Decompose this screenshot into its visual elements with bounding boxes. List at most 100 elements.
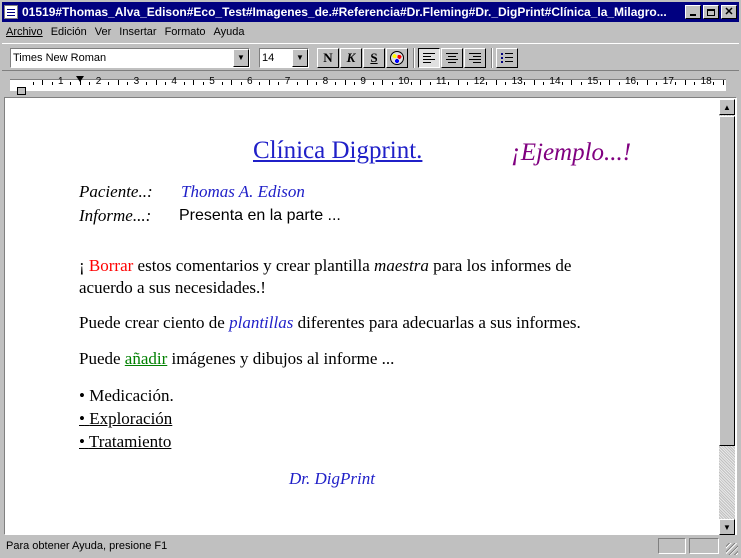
- ruler-tick: [609, 80, 611, 85]
- ruler-tick: [108, 82, 110, 85]
- left-indent-marker-icon[interactable]: [17, 87, 26, 95]
- para1-end: para los informes de: [428, 256, 572, 275]
- para3-end: imágenes y dibujos al informe ...: [167, 349, 395, 368]
- ruler-tick: [542, 82, 544, 85]
- ruler-tick: [297, 82, 299, 85]
- maximize-icon: [707, 8, 715, 16]
- paragraph-1-line-2: acuerdo a sus necesidades.!: [79, 278, 266, 297]
- align-center-button[interactable]: [441, 48, 463, 68]
- bullet-icon: •: [79, 386, 85, 405]
- ruler-tick: [637, 82, 639, 85]
- font-name-dropdown-button[interactable]: ▼: [233, 49, 249, 67]
- paragraph-3: Puede añadir imágenes y dibujos al infor…: [79, 348, 394, 369]
- ruler-tick: [448, 82, 450, 85]
- font-size-value: 14: [262, 52, 275, 64]
- menu-ayuda[interactable]: Ayuda: [210, 26, 249, 38]
- font-name-select[interactable]: Times New Roman ▼: [10, 48, 250, 68]
- para2-start: Puede crear ciento de: [79, 313, 230, 332]
- menu-formato[interactable]: Formato: [161, 26, 210, 38]
- para1-mid: estos comentarios y crear plantilla: [133, 256, 375, 275]
- menu-insertar[interactable]: Insertar: [115, 26, 160, 38]
- font-size-select[interactable]: 14 ▼: [259, 48, 309, 68]
- status-bar: Para obtener Ayuda, presione F1: [2, 537, 739, 556]
- palette-icon: [390, 51, 404, 65]
- report-label: Informe...:: [79, 206, 152, 225]
- ruler-tick: [117, 80, 119, 85]
- tab-marker-icon[interactable]: [76, 76, 84, 82]
- font-name-value: Times New Roman: [13, 52, 107, 64]
- italic-button[interactable]: K: [340, 48, 362, 68]
- ruler-tick: [193, 80, 195, 85]
- bullet-item-medication: • Medicación.: [79, 385, 174, 406]
- resize-grip-icon[interactable]: [726, 543, 738, 555]
- align-left-icon: [423, 52, 435, 64]
- bullet-icon: •: [79, 409, 85, 428]
- ruler-tick: [694, 82, 696, 85]
- ruler-tick: [316, 82, 318, 85]
- status-help-text: Para obtener Ayuda, presione F1: [6, 540, 168, 552]
- ruler-number: 11: [436, 76, 447, 87]
- templates-keyword: plantillas: [229, 313, 294, 332]
- ruler-tick: [561, 82, 563, 85]
- document-area[interactable]: Clínica Digprint. ¡Ejemplo...! Paciente.…: [4, 97, 737, 535]
- bullet-list-icon: [501, 52, 513, 64]
- color-button[interactable]: [386, 48, 408, 68]
- underline-button[interactable]: S: [363, 48, 385, 68]
- ruler-number: 1: [58, 76, 64, 87]
- bullets-button[interactable]: [496, 48, 518, 68]
- menu-ayuda-label: Ayuda: [213, 26, 245, 38]
- ruler-tick: [164, 82, 166, 85]
- scroll-up-button[interactable]: ▲: [719, 99, 735, 115]
- ruler[interactable]: 1 2 3 4 5 6 7 8 9 10 11 12 13 14 15 16 17 18: [2, 73, 739, 97]
- chevron-down-icon: ▼: [296, 53, 304, 62]
- minimize-button[interactable]: [685, 5, 701, 19]
- ruler-number: 17: [662, 76, 674, 87]
- toolbar-separator: [491, 48, 493, 68]
- ruler-number: 9: [360, 76, 366, 87]
- scroll-thumb[interactable]: [719, 116, 735, 446]
- bold-button[interactable]: N: [317, 48, 339, 68]
- menu-archivo[interactable]: Archivo: [2, 26, 47, 38]
- bullet-item-treatment[interactable]: • Tratamiento: [79, 431, 171, 452]
- example-label: ¡Ejemplo...!: [511, 139, 632, 166]
- ruler-tick: [127, 82, 129, 85]
- para1-start: ¡: [79, 256, 89, 275]
- ruler-tick: [89, 82, 91, 85]
- add-link[interactable]: añadir: [125, 349, 167, 368]
- bold-label: N: [323, 50, 333, 65]
- title-bar[interactable]: 01519#Thomas_Alva_Edison#Eco_Test#Imagen…: [2, 2, 739, 22]
- bullet-label: Exploración: [89, 409, 173, 428]
- align-right-button[interactable]: [464, 48, 486, 68]
- menu-edicion[interactable]: Edición: [47, 26, 91, 38]
- font-size-dropdown-button[interactable]: ▼: [292, 49, 308, 67]
- report-value: Presenta en la parte ...: [179, 207, 341, 224]
- close-button[interactable]: ✕: [721, 5, 737, 19]
- maximize-button[interactable]: [703, 5, 719, 19]
- ruler-tick: [70, 82, 72, 85]
- ruler-number: 12: [473, 76, 485, 87]
- align-left-button[interactable]: [418, 48, 440, 68]
- ruler-tick: [457, 80, 459, 85]
- menu-formato-label: Formato: [164, 26, 206, 38]
- vertical-scrollbar[interactable]: ▲ ▼: [719, 99, 735, 535]
- document-app-icon[interactable]: [4, 5, 18, 19]
- ruler-tick: [580, 82, 582, 85]
- ruler-tick: [268, 80, 270, 85]
- ruler-tick: [335, 82, 337, 85]
- ruler-tick: [722, 80, 724, 85]
- ruler-tick: [571, 80, 573, 85]
- bullet-item-exploration[interactable]: • Exploración: [79, 408, 172, 429]
- ruler-number: 16: [625, 76, 637, 87]
- ruler-tick: [599, 82, 601, 85]
- ruler-tick: [646, 80, 648, 85]
- ruler-tick: [618, 82, 620, 85]
- scroll-down-button[interactable]: ▼: [719, 519, 735, 535]
- ruler-tick: [240, 82, 242, 85]
- close-icon: ✕: [724, 6, 734, 18]
- menu-ver[interactable]: Ver: [91, 26, 116, 38]
- ruler-tick: [51, 82, 53, 85]
- ruler-tick: [183, 82, 185, 85]
- ruler-tick: [372, 82, 374, 85]
- ruler-tick: [495, 80, 497, 85]
- ruler-tick: [202, 82, 204, 85]
